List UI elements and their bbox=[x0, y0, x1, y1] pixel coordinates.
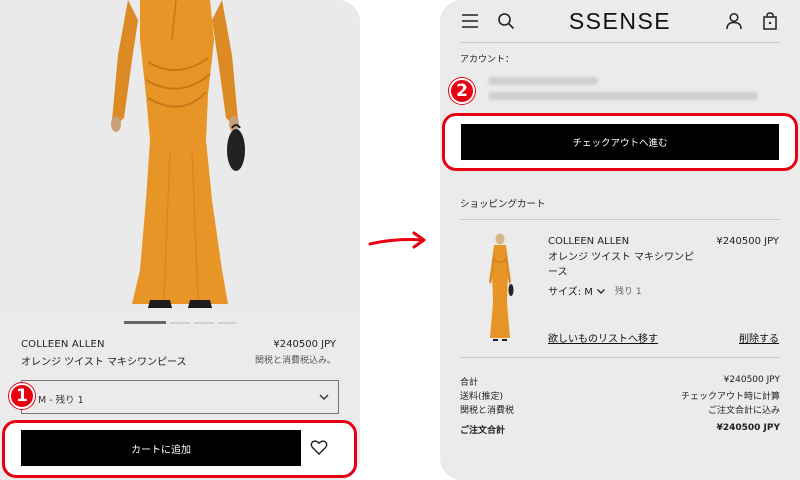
proceed-to-checkout-button[interactable]: チェックアウトへ進む bbox=[461, 124, 779, 160]
cart-item-name: オレンジ ツイスト マキシワンピース bbox=[548, 252, 695, 278]
top-navigation: SSENSE bbox=[440, 0, 800, 42]
header-divider bbox=[460, 42, 780, 43]
summary-label: 送料(推定) bbox=[460, 392, 504, 402]
heart-icon[interactable] bbox=[309, 438, 329, 458]
summary-label: ご注文合計 bbox=[460, 426, 506, 436]
summary-label: 合計 bbox=[460, 378, 479, 388]
step-badge-2: 2 bbox=[449, 78, 475, 104]
carousel-dot[interactable] bbox=[218, 322, 236, 324]
cart-item-brand: COLLEEN ALLEN bbox=[548, 236, 630, 247]
cart-item-stock: 残り 1 bbox=[615, 287, 642, 297]
flow-arrow-icon bbox=[368, 231, 426, 249]
carousel-dot[interactable] bbox=[124, 321, 166, 324]
tax-note: 関税と消費税込み。 bbox=[254, 356, 336, 366]
product-name: オレンジ ツイスト マキシワンピース bbox=[21, 357, 187, 368]
summary-value: ご注文合計に込み bbox=[707, 406, 780, 416]
cart-item-price: ¥240500 JPY bbox=[716, 236, 779, 247]
account-icon[interactable] bbox=[724, 11, 744, 31]
cart-heading: ショッピングカート bbox=[460, 199, 546, 210]
move-to-wishlist-link[interactable]: 欲しいものリストへ移す bbox=[548, 330, 658, 345]
bag-icon[interactable] bbox=[760, 11, 780, 31]
cart-item-size-label: サイズ: M bbox=[548, 287, 593, 298]
summary-value: チェックアウト時に計算 bbox=[680, 392, 780, 402]
product-page-screen: COLLEEN ALLEN オレンジ ツイスト マキシワンピース ¥240500… bbox=[0, 0, 360, 480]
summary-divider bbox=[460, 357, 780, 358]
redacted-email bbox=[488, 77, 598, 85]
size-select-value: M - 残り 1 bbox=[38, 395, 84, 406]
size-select[interactable]: M - 残り 1 bbox=[21, 380, 339, 414]
add-to-cart-button[interactable]: カートに追加 bbox=[21, 430, 301, 466]
chevron-down-icon bbox=[596, 286, 606, 296]
cart-item-size-select[interactable]: サイズ: M bbox=[548, 283, 606, 298]
summary-value: ¥240500 JPY bbox=[723, 375, 780, 385]
cart-item-photo[interactable] bbox=[480, 232, 520, 344]
summary-label: 関税と消費税 bbox=[460, 406, 515, 416]
step-badge-1: 1 bbox=[9, 383, 35, 409]
remove-item-link[interactable]: 削除する bbox=[739, 330, 779, 345]
ssense-logo[interactable]: SSENSE bbox=[440, 8, 800, 35]
product-photo bbox=[0, 0, 360, 318]
cart-divider bbox=[460, 219, 780, 220]
product-brand: COLLEEN ALLEN bbox=[21, 339, 105, 350]
carousel-indicator[interactable] bbox=[124, 321, 236, 325]
carousel-dot[interactable] bbox=[194, 322, 214, 324]
product-price: ¥240500 JPY bbox=[273, 339, 336, 350]
carousel-dot[interactable] bbox=[170, 322, 190, 324]
cart-page-screen: SSENSE アカウント： チェックアウトへ進む ショッピングカート COLLE… bbox=[440, 0, 800, 480]
redacted-text bbox=[488, 92, 758, 100]
account-label: アカウント： bbox=[460, 55, 515, 65]
summary-value: ¥240500 JPY bbox=[716, 423, 780, 433]
tutorial-canvas: COLLEEN ALLEN オレンジ ツイスト マキシワンピース ¥240500… bbox=[0, 0, 800, 480]
chevron-down-icon bbox=[318, 391, 330, 403]
